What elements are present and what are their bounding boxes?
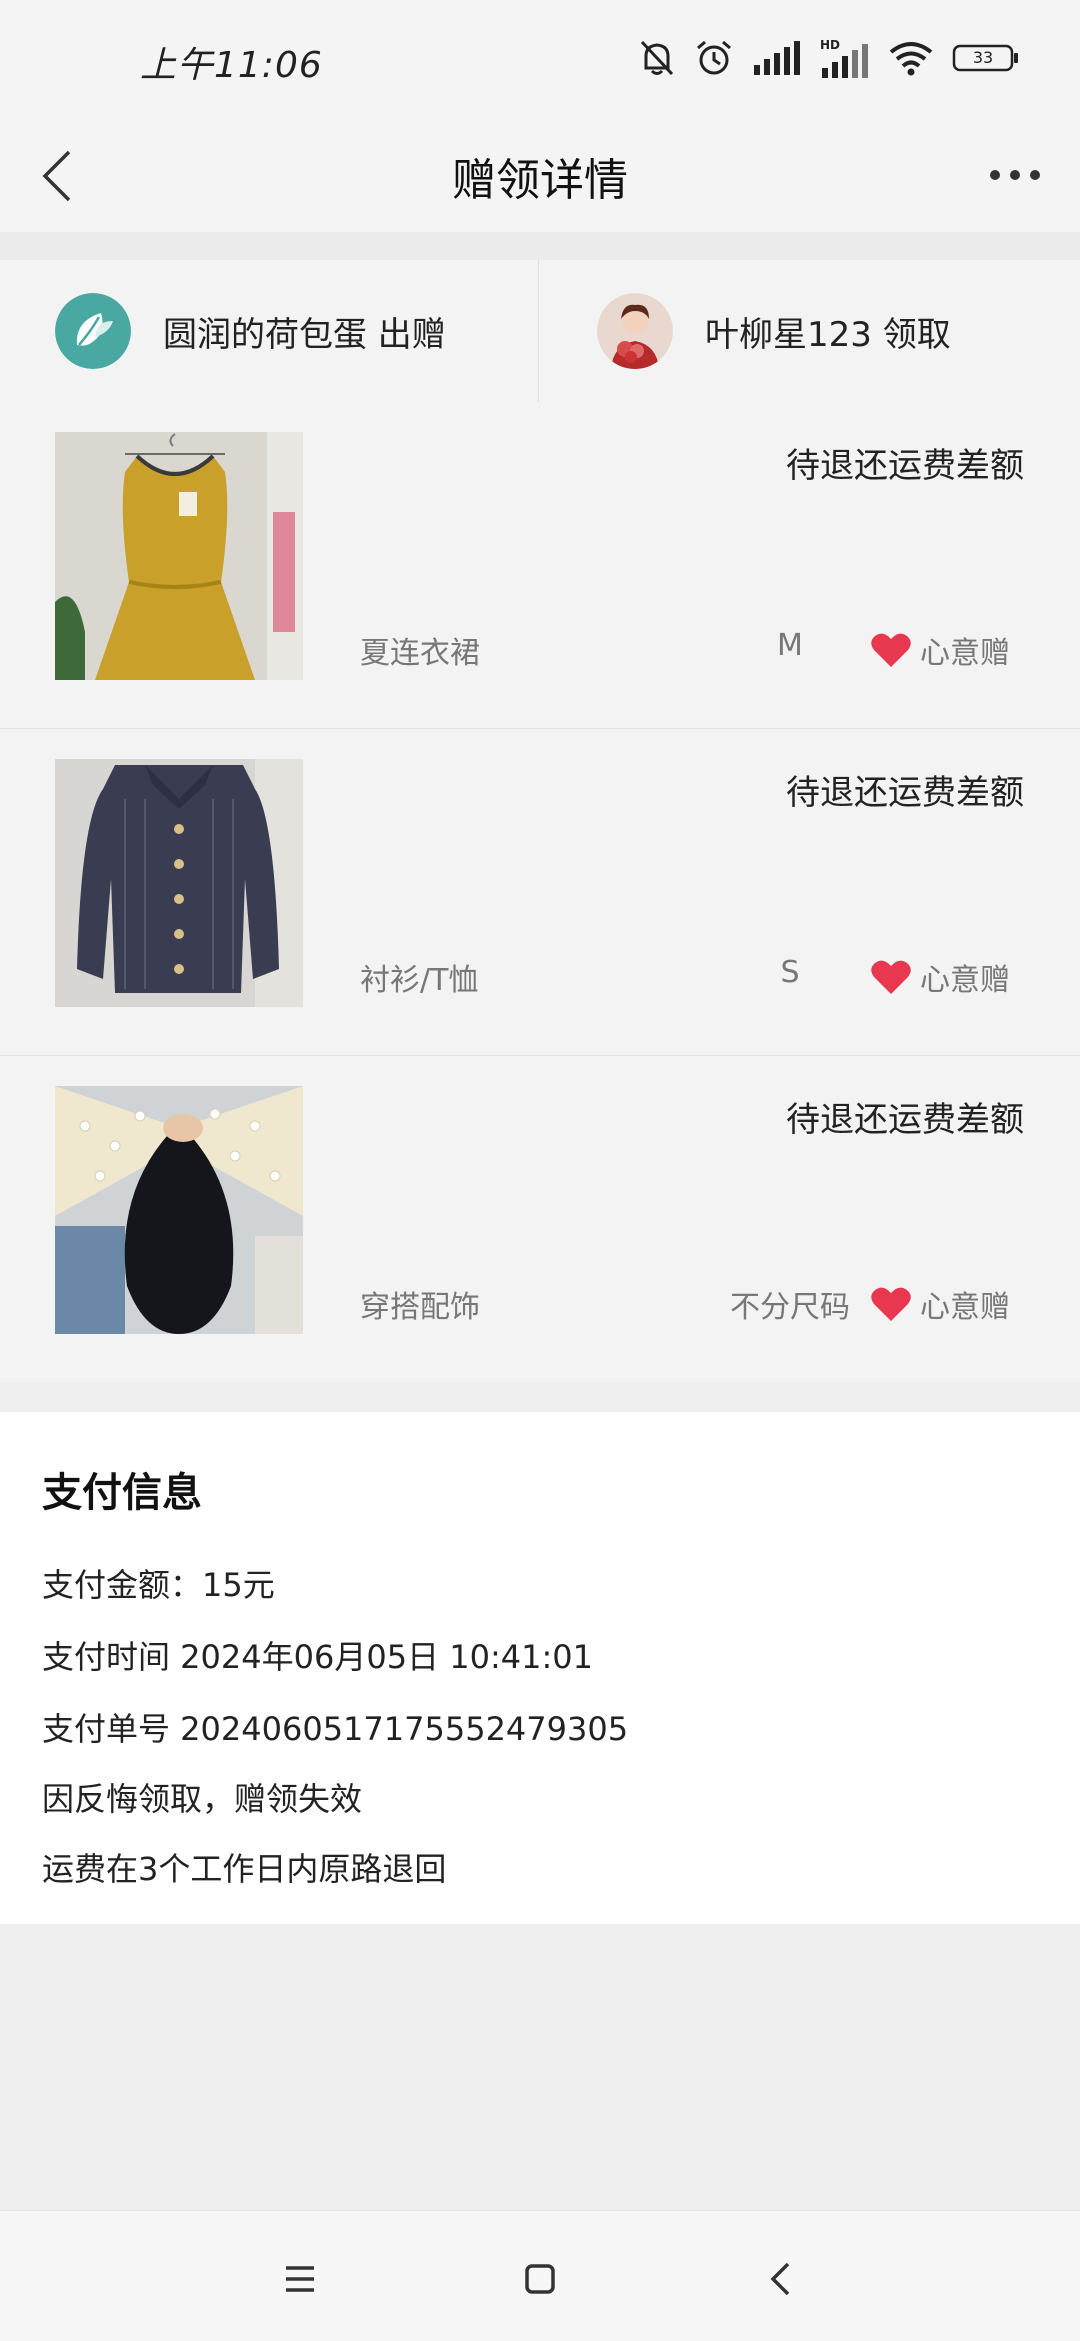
giver-profile[interactable]: 圆润的荷包蛋 出赠 — [0, 260, 539, 402]
receiver-label: 叶柳星123 领取 — [705, 314, 951, 355]
payment-time: 支付时间 2024年06月05日 10:41:01 — [42, 1638, 593, 1676]
gift-label: 心意赠 — [920, 636, 1010, 671]
status-bar: 上午11:06 HD 33 — [0, 0, 1080, 120]
heart-icon — [871, 633, 911, 667]
mute-bell-icon — [638, 38, 676, 78]
item-size: S — [780, 955, 800, 990]
list-item[interactable]: 待退还运费差额 夏连衣裙 M 心意赠 — [0, 402, 1080, 729]
heart-icon — [871, 960, 911, 994]
alarm-icon — [694, 38, 734, 78]
item-status: 待退还运费差额 — [786, 1100, 1024, 1140]
system-nav-bar — [0, 2210, 1080, 2341]
item-category: 穿搭配饰 — [360, 1290, 480, 1325]
gift-label: 心意赠 — [920, 963, 1010, 998]
refund-note: 运费在3个工作日内原路退回 — [42, 1850, 447, 1888]
giver-label: 圆润的荷包蛋 出赠 — [163, 314, 446, 355]
gift-items-list: 待退还运费差额 夏连衣裙 M 心意赠 待退还运费差额 衬衫/T恤 S 心意赠 待… — [0, 402, 1080, 1382]
more-button[interactable] — [980, 150, 1050, 200]
heart-icon — [871, 1287, 911, 1321]
home-button[interactable] — [510, 2251, 570, 2307]
parties-row: 圆润的荷包蛋 出赠 叶柳星123 领取 — [0, 260, 1080, 403]
title-bar: 赠领详情 — [0, 120, 1080, 232]
payment-info-section: 支付信息 支付金额：15元 支付时间 2024年06月05日 10:41:01 … — [0, 1412, 1080, 1924]
item-thumbnail-navy-shirt — [55, 759, 303, 1007]
list-item[interactable]: 待退还运费差额 衬衫/T恤 S 心意赠 — [0, 729, 1080, 1056]
more-dots-icon — [990, 170, 1000, 180]
battery-icon: 33 — [952, 43, 1020, 73]
svg-text:HD: HD — [820, 38, 840, 52]
status-icons: HD 33 — [638, 38, 1020, 78]
item-category: 衬衫/T恤 — [360, 963, 479, 998]
giver-avatar — [55, 293, 131, 369]
item-thumbnail-pearl-bow — [55, 1086, 303, 1334]
menu-button[interactable] — [270, 2251, 330, 2307]
gift-tag: 心意赠 — [870, 1282, 1010, 1326]
status-time: 上午11:06 — [140, 45, 323, 86]
item-size: 不分尺码 — [730, 1290, 850, 1325]
list-item[interactable]: 待退还运费差额 穿搭配饰 不分尺码 心意赠 — [0, 1056, 1080, 1382]
back-chevron-icon — [770, 2262, 790, 2296]
item-thumbnail-yellow-dress — [55, 432, 303, 680]
gift-tag: 心意赠 — [870, 628, 1010, 672]
receiver-avatar — [597, 293, 673, 369]
nav-back-button[interactable] — [750, 2251, 810, 2307]
divider-band — [0, 232, 1080, 260]
gift-label: 心意赠 — [920, 1290, 1010, 1325]
gift-tag: 心意赠 — [870, 955, 1010, 999]
payment-title: 支付信息 — [42, 1470, 202, 1516]
payment-amount: 支付金额：15元 — [42, 1566, 275, 1604]
home-square-icon — [525, 2264, 555, 2294]
signal-icon — [752, 41, 802, 75]
battery-level: 33 — [972, 48, 994, 67]
wifi-icon — [888, 40, 934, 76]
item-category: 夏连衣裙 — [360, 636, 480, 671]
page-title: 赠领详情 — [452, 155, 628, 206]
item-size: M — [777, 628, 803, 663]
payment-reason: 因反悔领取，赠领失效 — [42, 1780, 363, 1818]
menu-icon — [286, 2266, 314, 2292]
payment-order-number: 支付单号 20240605171755524793​05 — [42, 1710, 629, 1748]
item-status: 待退还运费差额 — [786, 773, 1024, 813]
receiver-profile[interactable]: 叶柳星123 领取 — [539, 260, 1080, 402]
item-status: 待退还运费差额 — [786, 446, 1024, 486]
hd-signal-icon: HD — [820, 38, 870, 78]
